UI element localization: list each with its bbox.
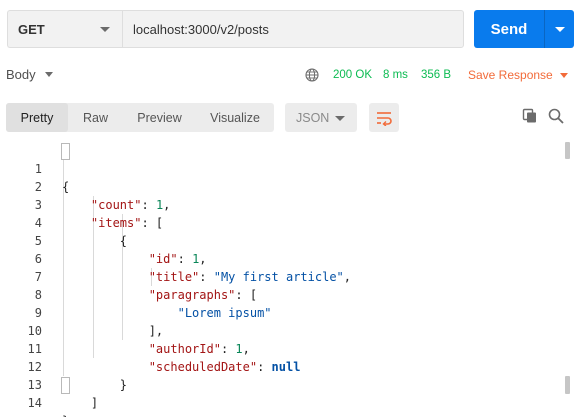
save-response-button[interactable]: Save Response [468,68,568,82]
body-tab[interactable]: Body [6,67,53,82]
chevron-down-icon [559,72,568,78]
response-time[interactable]: 8 ms [383,69,408,81]
body-tab-label: Body [6,67,36,82]
tab-visualize[interactable]: Visualize [196,103,274,132]
method-select[interactable]: GET [7,10,122,48]
chevron-down-icon [44,72,53,77]
send-options-button[interactable] [544,10,574,48]
json-null: null [271,360,301,374]
json-key: "title" [148,270,200,284]
view-mode-group: Pretty Raw Preview Visualize [6,103,274,132]
chevron-down-icon [100,27,110,32]
format-select[interactable]: JSON [285,103,357,132]
json-number: 1 [235,342,243,356]
scrollbar-thumb-top[interactable] [565,142,570,159]
code-line: 9 ], [0,286,163,338]
code-line: 1 { [0,142,69,194]
json-key: "items" [90,216,142,230]
json-string: "My first article" [213,270,344,284]
chevron-down-icon [555,27,565,32]
copy-icon[interactable] [522,108,538,124]
code-line: 4 { [0,196,127,248]
code-line: 12 } [0,340,127,392]
tab-raw[interactable]: Raw [68,103,123,132]
json-key: "authorId" [148,342,221,356]
tab-preview[interactable]: Preview [123,103,196,132]
globe-icon[interactable] [305,68,319,82]
json-number: 1 [155,198,164,212]
code-line: 5 "id": 1, [0,214,207,266]
brace-highlight [61,143,70,160]
code-line: 11 "scheduledDate": null [0,322,301,374]
code-line: 14 } [0,376,70,417]
wrap-lines-icon [377,111,392,126]
send-label: Send [490,20,528,38]
tab-pretty[interactable]: Pretty [6,103,68,132]
json-key: "count" [90,198,142,212]
url-input[interactable]: localhost:3000/v2/posts [122,10,464,48]
send-button[interactable]: Send [474,10,544,48]
json-key: "paragraphs" [148,288,236,302]
line-number: 14 [27,396,42,410]
code-line: 7 "paragraphs": [ [0,250,257,302]
code-line: 2 "count": 1, [0,160,171,212]
save-response-label: Save Response [468,68,553,82]
status-code[interactable]: 200 OK [333,69,372,81]
scrollbar-thumb-bottom[interactable] [565,376,570,394]
json-key: "id" [148,252,178,266]
chevron-down-icon [335,116,345,121]
response-size[interactable]: 356 B [421,69,451,81]
url-value: localhost:3000/v2/posts [133,21,269,37]
json-key: "scheduledDate" [148,360,258,374]
code-line: 8 "Lorem ipsum" [0,268,272,320]
search-icon[interactable] [548,108,564,124]
code-line: 10 "authorId": 1, [0,304,250,356]
wrap-lines-button[interactable] [369,103,399,132]
code-line: 6 "title": "My first article", [0,232,351,284]
format-label: JSON [296,110,330,125]
json-string: "Lorem ipsum" [177,306,272,320]
method-label: GET [18,21,45,37]
code-line: 3 "items": [ [0,178,163,230]
json-number: 1 [192,252,200,266]
code-line: 13 ] [0,358,99,410]
